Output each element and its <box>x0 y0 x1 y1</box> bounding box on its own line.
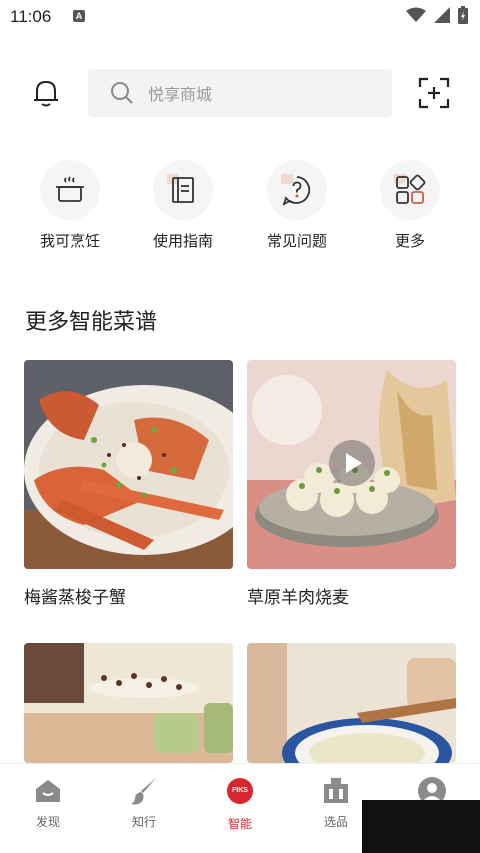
quick-action-cookable[interactable]: 我可烹饪 <box>20 160 120 251</box>
quick-action-faq[interactable]: 常见问题 <box>247 160 347 251</box>
nav-tab-knowledge[interactable]: 知行 <box>96 776 192 830</box>
scan-add-icon <box>418 77 450 109</box>
nav-label: 知行 <box>131 815 156 829</box>
fiks-logo-icon: FIKS <box>227 778 253 804</box>
nav-tab-discover[interactable]: 发现 <box>0 776 96 830</box>
overlay-box <box>362 800 480 853</box>
section-title: 更多智能菜谱 <box>25 310 158 335</box>
play-video-button[interactable] <box>329 440 375 486</box>
recipe-card[interactable]: 梅酱蒸梭子蟹 <box>24 360 233 608</box>
apps-icon <box>394 174 426 204</box>
status-bar: 11:06 A <box>0 0 480 36</box>
quick-actions: 我可烹饪 使用指南 常见问题 更多 <box>0 160 480 260</box>
question-icon <box>281 174 311 206</box>
nav-label: 智能 <box>227 817 252 831</box>
recipe-image <box>24 360 233 569</box>
battery-icon <box>458 6 468 24</box>
nav-tab-smart[interactable]: FIKS 智能 <box>192 776 288 832</box>
bell-icon <box>34 80 58 107</box>
recipe-card[interactable] <box>247 643 456 763</box>
recipe-image <box>247 360 456 569</box>
top-bar: 悦享商城 <box>0 68 480 118</box>
search-bar[interactable]: 悦享商城 <box>88 69 392 117</box>
recipe-title: 梅酱蒸梭子蟹 <box>24 588 126 608</box>
status-time: 11:06 <box>10 7 52 26</box>
pot-icon <box>56 176 84 202</box>
notification-bell-button[interactable] <box>29 76 63 110</box>
brush-icon <box>131 778 156 805</box>
recipe-title: 草原羊肉烧麦 <box>247 588 349 608</box>
notification-icon: A <box>73 10 85 22</box>
quick-action-more[interactable]: 更多 <box>360 160 460 251</box>
quick-action-guide[interactable]: 使用指南 <box>133 160 233 251</box>
scan-button[interactable] <box>417 76 451 110</box>
quick-action-label: 我可烹饪 <box>39 232 100 250</box>
search-placeholder: 悦享商城 <box>148 85 213 104</box>
recipe-image <box>247 643 456 763</box>
home-icon <box>36 780 60 802</box>
quick-action-label: 更多 <box>394 232 425 250</box>
quick-action-label: 常见问题 <box>266 232 327 250</box>
shop-icon <box>324 778 348 803</box>
recipe-card[interactable] <box>24 643 233 763</box>
recipe-image <box>24 643 233 763</box>
nav-label: 发现 <box>35 815 60 829</box>
signal-icon <box>434 7 450 23</box>
status-icons <box>406 6 468 24</box>
recipe-card[interactable]: 草原羊肉烧麦 <box>247 360 456 608</box>
wifi-icon <box>406 7 426 22</box>
search-icon <box>111 82 133 104</box>
book-icon <box>167 174 194 203</box>
quick-action-label: 使用指南 <box>152 232 213 250</box>
